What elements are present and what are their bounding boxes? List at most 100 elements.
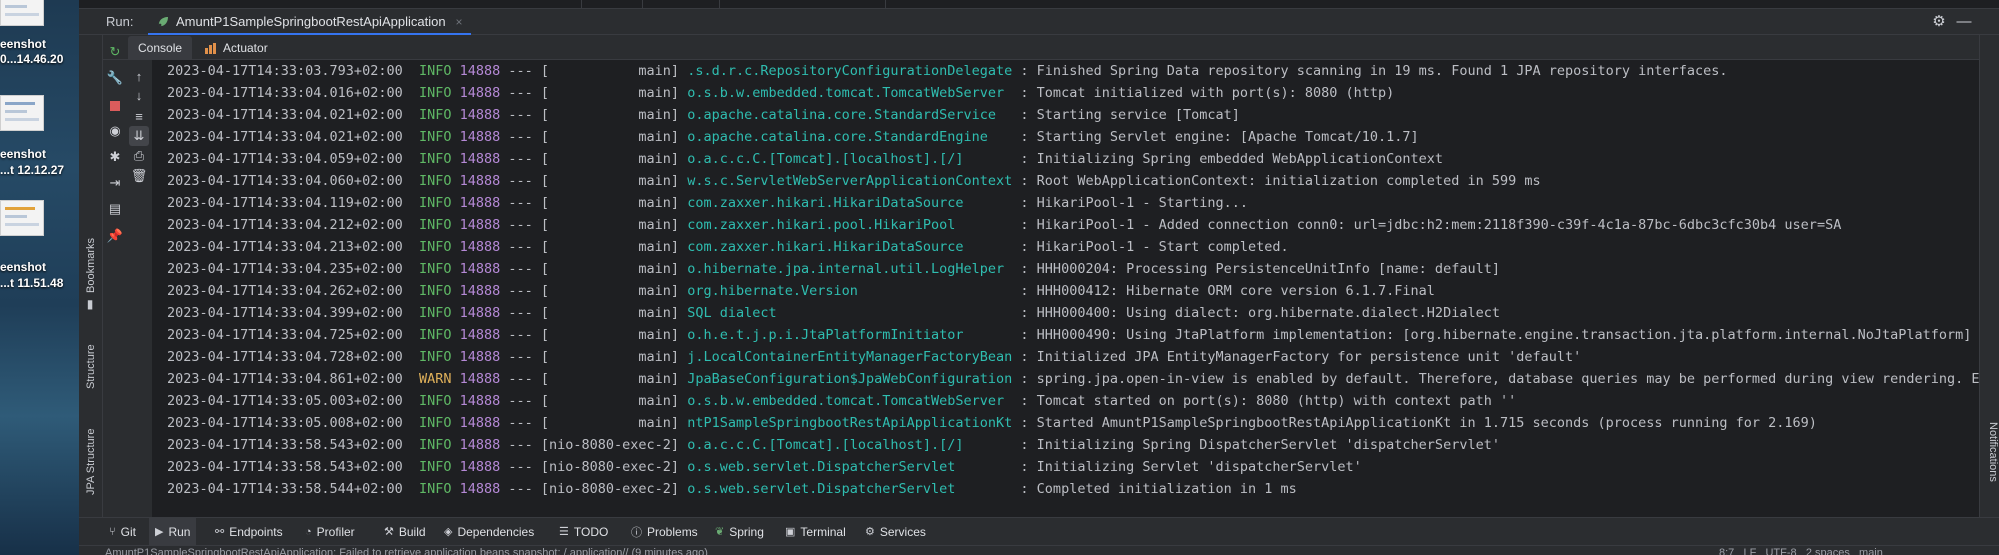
trash-icon[interactable]: 🗑 <box>129 166 149 186</box>
file-name-line2: ...t 12.12.27 <box>0 163 65 177</box>
tab-build[interactable]: ⚒ Build <box>378 518 432 545</box>
log-timestamp: 2023-04-17T14:33:04.728+02:00 <box>167 349 419 365</box>
log-logger: org.hibernate.Version <box>687 283 1013 299</box>
log-timestamp: 2023-04-17T14:33:04.725+02:00 <box>167 327 419 343</box>
log-thread: --- [ main] <box>500 63 688 79</box>
desktop-background: eenshot 0...14.46.20 eenshot ...t 12.12.… <box>0 0 79 555</box>
log-pid: 14888 <box>459 415 501 431</box>
log-logger: SQL dialect <box>687 305 1013 321</box>
log-thread: --- [ main] <box>500 107 688 123</box>
log-timestamp: 2023-04-17T14:33:05.003+02:00 <box>167 393 419 409</box>
layout-icon[interactable]: ▤ <box>105 199 125 219</box>
tab-terminal-label: Terminal <box>800 524 846 539</box>
tab-git[interactable]: ⑂ Git <box>103 518 142 545</box>
log-level: WARN <box>418 371 460 387</box>
log-message: : Completed initialization in 1 ms <box>1012 481 1297 497</box>
log-line: 2023-04-17T14:33:04.399+02:00 INFO 14888… <box>167 302 1500 324</box>
jpa-structure-tab[interactable]: JPA Structure <box>85 429 97 495</box>
tab-actuator[interactable]: Actuator <box>194 36 278 60</box>
cursor-position[interactable]: 8:7 <box>1719 547 1734 555</box>
log-level: INFO <box>418 239 460 255</box>
pin-icon[interactable]: 📌 <box>105 226 125 246</box>
log-message: : Tomcat started on port(s): 8080 (http)… <box>1012 393 1517 409</box>
gear-icon[interactable]: ⚙ <box>1930 13 1948 31</box>
run-config-tab[interactable]: AmuntP1SampleSpringbootRestApiApplicatio… <box>148 10 471 35</box>
exit-icon[interactable]: ⇥ <box>105 173 125 193</box>
file-thumbnail <box>0 200 44 236</box>
left-tool-strip: Bookmarks ▮ Structure JPA Structure <box>79 35 103 517</box>
run-icon: ▶ <box>155 526 164 538</box>
run-subtabs: Console Actuator <box>79 36 1999 60</box>
desktop-file-2[interactable]: eenshot ...t 12.12.27 <box>0 90 79 180</box>
soft-wrap-icon[interactable]: ≡ <box>129 107 149 127</box>
log-thread: --- [ main] <box>500 371 688 387</box>
wrench-icon[interactable]: 🔧 <box>105 68 125 88</box>
run-toolbar: ↻ 🔧 ◉ ✱ ⇥ ▤ 📌 <box>103 35 127 517</box>
bookmarks-tab[interactable]: Bookmarks <box>85 238 97 293</box>
camera-icon[interactable]: ◉ <box>105 121 125 141</box>
tab-spring[interactable]: ❦ Spring <box>709 518 770 545</box>
tab-terminal[interactable]: ▣ Terminal <box>779 518 852 545</box>
minimize-icon[interactable]: — <box>1955 13 1973 31</box>
console-output[interactable]: 2023-04-17T14:33:03.793+02:00 INFO 14888… <box>152 60 1999 517</box>
indent-setting[interactable]: 2 spaces <box>1806 547 1850 555</box>
log-thread: --- [nio-8080-exec-2] <box>500 481 688 497</box>
log-thread: --- [ main] <box>500 151 688 167</box>
log-line: 2023-04-17T14:33:04.060+02:00 INFO 14888… <box>167 170 1541 192</box>
tab-services[interactable]: ⚙ Services <box>859 518 932 545</box>
tab-problems[interactable]: ⓘ Problems <box>625 518 704 545</box>
log-line: 2023-04-17T14:33:05.003+02:00 INFO 14888… <box>167 390 1516 412</box>
git-branch[interactable]: main <box>1859 547 1883 555</box>
log-thread: --- [ main] <box>500 239 688 255</box>
log-line: 2023-04-17T14:33:05.008+02:00 INFO 14888… <box>167 412 1817 434</box>
file-thumbnail <box>0 0 44 26</box>
structure-tab[interactable]: Structure <box>85 344 97 389</box>
run-panel-label: Run: <box>106 14 134 29</box>
log-level: INFO <box>418 85 460 101</box>
log-logger: o.s.web.servlet.DispatcherServlet <box>687 459 1013 475</box>
log-timestamp: 2023-04-17T14:33:04.021+02:00 <box>167 107 419 123</box>
desktop-file-3[interactable]: eenshot ...t 11.51.48 <box>0 198 79 298</box>
debug-icon[interactable]: ✱ <box>105 147 125 167</box>
log-thread: --- [ main] <box>500 195 688 211</box>
bottom-tool-bar: ⑂ Git ▶ Run ⚯ Endpoints ◔ Profiler ⚒ Build ◈ D… <box>79 517 1999 545</box>
log-logger: o.s.b.w.embedded.tomcat.TomcatWebServer <box>687 85 1013 101</box>
log-timestamp: 2023-04-17T14:33:04.016+02:00 <box>167 85 419 101</box>
info-icon: ⓘ <box>631 526 642 539</box>
close-icon[interactable]: × <box>456 15 463 29</box>
status-message[interactable]: AmuntP1SampleSpringbootRestApiApplicatio… <box>105 547 708 555</box>
file-name-line1: eenshot <box>0 260 47 274</box>
log-message: : HikariPool-1 - Added connection conn0:… <box>1012 217 1842 233</box>
tab-todo[interactable]: ☰ TODO <box>553 518 614 545</box>
log-level: INFO <box>418 63 460 79</box>
tab-profiler[interactable]: ◔ Profiler <box>299 518 361 545</box>
hammer-icon: ⚒ <box>384 526 394 538</box>
tab-dependencies-label: Dependencies <box>457 524 535 539</box>
log-logger: com.zaxxer.hikari.HikariDataSource <box>687 239 1013 255</box>
spring-leaf-icon: ❦ <box>715 526 725 538</box>
notifications-tab[interactable]: Notifications <box>1987 422 1999 482</box>
log-logger: j.LocalContainerEntityManagerFactoryBean <box>687 349 1013 365</box>
log-message: : spring.jpa.open-in-view is enabled by … <box>1012 371 1999 387</box>
log-line: 2023-04-17T14:33:58.543+02:00 INFO 14888… <box>167 456 1362 478</box>
tab-run[interactable]: ▶ Run <box>149 518 197 545</box>
tab-console[interactable]: Console <box>128 36 193 60</box>
log-level: INFO <box>418 349 460 365</box>
tab-dependencies[interactable]: ◈ Dependencies <box>438 518 540 545</box>
log-timestamp: 2023-04-17T14:33:04.212+02:00 <box>167 217 419 233</box>
log-level: INFO <box>418 151 460 167</box>
tab-endpoints[interactable]: ⚯ Endpoints <box>209 518 289 545</box>
scroll-to-end-icon[interactable]: ⇊ <box>129 126 149 146</box>
scroll-up-icon[interactable]: ↑ <box>129 67 149 87</box>
desktop-file-1[interactable]: eenshot 0...14.46.20 <box>0 0 79 66</box>
log-thread: --- [ main] <box>500 393 688 409</box>
console-toolbar: ↑ ↓ ≡ ⇊ ⎙ 🗑 <box>127 60 151 517</box>
stop-icon[interactable] <box>105 95 125 115</box>
file-encoding[interactable]: UTF-8 <box>1765 547 1796 555</box>
log-timestamp: 2023-04-17T14:33:04.399+02:00 <box>167 305 419 321</box>
line-separator[interactable]: LF <box>1743 547 1756 555</box>
rerun-icon[interactable]: ↻ <box>105 42 125 62</box>
log-logger: o.a.c.c.C.[Tomcat].[localhost].[/] <box>687 437 1013 453</box>
scroll-down-icon[interactable]: ↓ <box>129 86 149 106</box>
print-icon[interactable]: ⎙ <box>129 146 149 166</box>
